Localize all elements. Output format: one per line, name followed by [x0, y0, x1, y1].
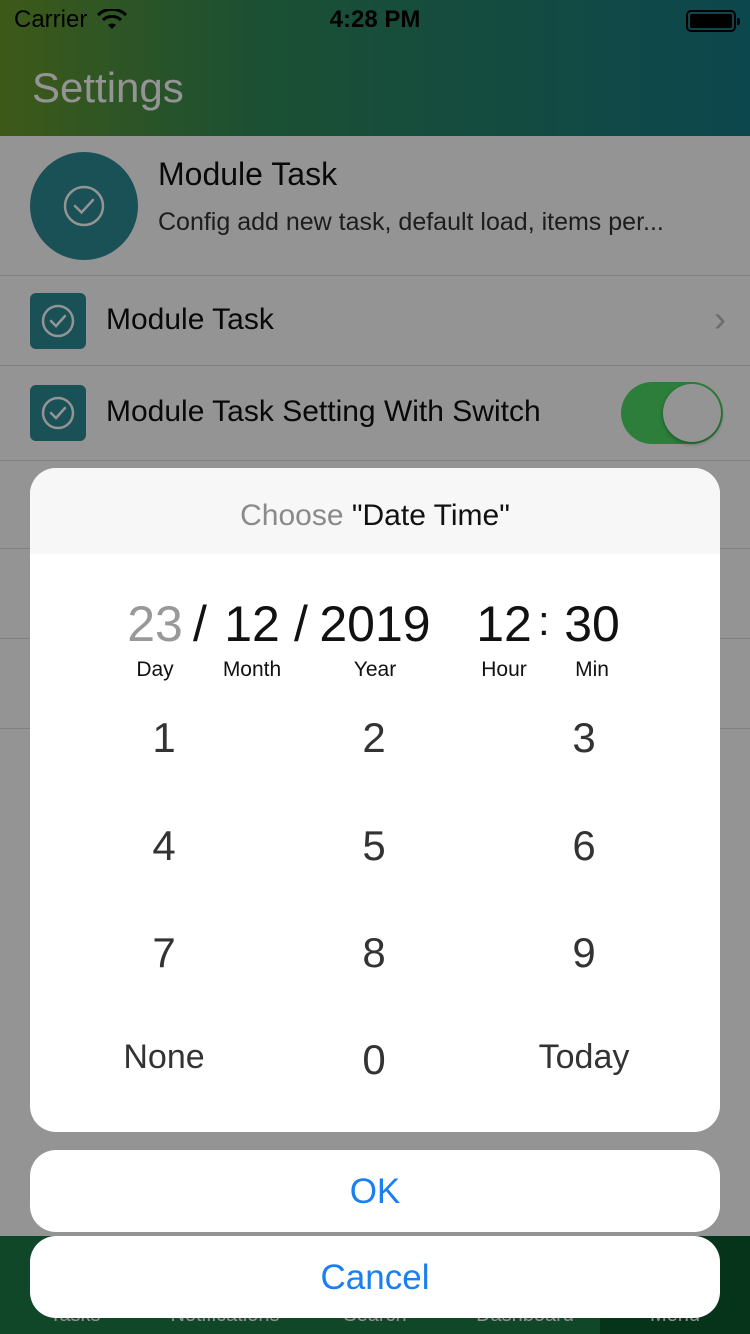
min-label: Min	[575, 658, 609, 681]
year-value: 2019	[319, 596, 431, 652]
year-label: Year	[353, 658, 397, 681]
key-today[interactable]: Today	[484, 1038, 684, 1077]
key-3[interactable]: 3	[484, 714, 684, 762]
ok-button[interactable]: OK	[30, 1150, 720, 1232]
date-separator: /	[294, 596, 308, 652]
min-value: 30	[564, 596, 620, 652]
key-8[interactable]: 8	[274, 929, 474, 977]
month-segment[interactable]: 12 Month	[216, 596, 288, 684]
key-5[interactable]: 5	[274, 822, 474, 870]
hour-value: 12	[476, 596, 532, 652]
key-7[interactable]: 7	[64, 929, 264, 977]
hour-segment[interactable]: 12 Hour	[476, 596, 532, 684]
month-label: Month	[222, 658, 282, 681]
key-none[interactable]: None	[64, 1038, 264, 1077]
key-4[interactable]: 4	[64, 822, 264, 870]
key-0[interactable]: 0	[274, 1036, 474, 1084]
hour-label: Hour	[481, 658, 527, 681]
key-9[interactable]: 9	[484, 929, 684, 977]
key-1[interactable]: 1	[64, 714, 264, 762]
day-label: Day	[136, 658, 174, 681]
date-time-display: 23 Day / 12 Month / 2019 Year 12 Hour : …	[30, 596, 720, 686]
cancel-button[interactable]: Cancel	[30, 1236, 720, 1318]
key-6[interactable]: 6	[484, 822, 684, 870]
day-segment[interactable]: 23 Day	[124, 596, 186, 684]
date-separator: /	[193, 596, 207, 652]
date-time-dialog: Choose "Date Time" 23 Day / 12 Month / 2…	[30, 468, 720, 1132]
time-separator: :	[538, 597, 550, 644]
min-segment[interactable]: 30 Min	[560, 596, 624, 684]
month-value: 12	[224, 596, 280, 652]
day-value: 23	[127, 596, 183, 652]
dialog-title-field: "Date Time"	[351, 499, 510, 532]
key-2[interactable]: 2	[274, 714, 474, 762]
dialog-title-prefix: Choose	[240, 499, 344, 532]
dialog-title: Choose "Date Time"	[30, 468, 720, 554]
year-segment[interactable]: 2019 Year	[318, 596, 432, 684]
